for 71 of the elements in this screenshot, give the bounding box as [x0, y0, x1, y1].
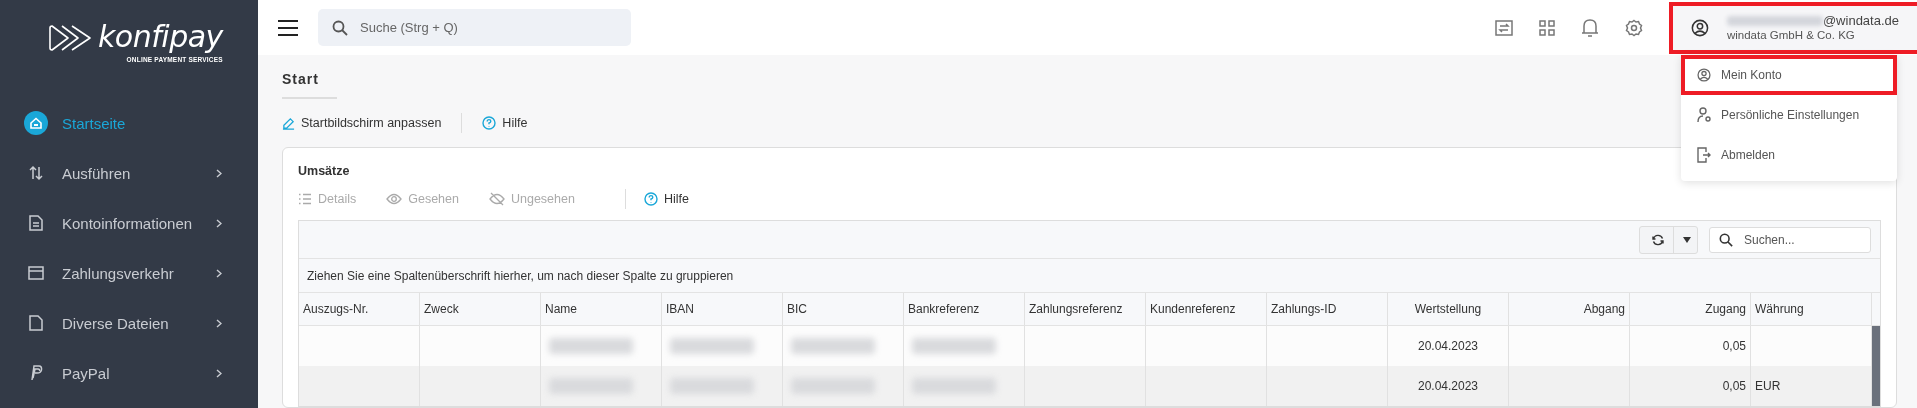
table-cell: EUR: [1755, 379, 1781, 393]
chevron-icon: [216, 318, 222, 328]
toolbar-button[interactable]: Hilfe: [643, 192, 689, 206]
refresh-split-button[interactable]: [1639, 225, 1698, 254]
action-link[interactable]: Startbildschirm anpassen: [282, 116, 442, 130]
column-header[interactable]: IBAN: [662, 293, 783, 325]
menu-button[interactable]: [278, 19, 298, 36]
help-icon: [643, 192, 658, 206]
chevron-icon: [216, 168, 222, 178]
sidebar-item[interactable]: PayPal: [0, 348, 258, 398]
scrollbar-thumb[interactable]: [1872, 326, 1880, 366]
user-email: @windata.de: [1822, 13, 1899, 28]
scrollbar-thumb[interactable]: [1872, 366, 1880, 406]
column-header[interactable]: Name: [541, 293, 662, 325]
menu-item[interactable]: Persönliche Einstellungen: [1681, 95, 1897, 135]
help-icon: [482, 116, 497, 130]
refresh-icon: [1652, 233, 1664, 246]
payment-icon: [29, 365, 43, 381]
card-title: Umsätze: [298, 164, 351, 178]
user-settings-icon: [1697, 107, 1711, 123]
transfer-icon[interactable]: [1495, 19, 1513, 36]
logout-icon: [1697, 147, 1711, 163]
table-cell: 0,05: [1722, 339, 1746, 353]
logo-icon: [48, 22, 94, 54]
table-cell: 20.04.2023: [1417, 379, 1479, 393]
dropdown-caret-icon: [1683, 236, 1691, 243]
search-icon: [1719, 232, 1733, 247]
table-cell: 20.04.2023: [1417, 339, 1479, 353]
logo-wordmark: konfipay: [98, 20, 223, 54]
chevron-icon: [216, 268, 222, 278]
company-name: windata GmbH & Co. KG: [1726, 27, 1856, 42]
column-header[interactable]: Zugang: [1630, 293, 1751, 325]
file-icon: [29, 315, 43, 331]
card-icon: [28, 266, 44, 280]
eye-crossed-icon: [488, 192, 505, 206]
home-icon: [24, 111, 48, 135]
sidebar-item[interactable]: Zahlungsverkehr: [0, 248, 258, 298]
menu-item[interactable]: Abmelden: [1681, 135, 1897, 175]
sidebar-item[interactable]: Kontoinformationen: [0, 198, 258, 248]
column-header[interactable]: Wertstellung: [1388, 293, 1509, 325]
chevron-icon: [216, 368, 222, 378]
bell-icon[interactable]: [1581, 17, 1599, 38]
column-header[interactable]: Zahlungs-ID: [1267, 293, 1388, 325]
user-icon: [1697, 68, 1711, 82]
search-icon: [332, 20, 348, 36]
user-icon: [1691, 17, 1709, 38]
column-header[interactable]: Abgang: [1509, 293, 1630, 325]
column-header[interactable]: Zweck: [420, 293, 541, 325]
column-header[interactable]: Bankreferenz: [904, 293, 1025, 325]
menu-item[interactable]: Mein Konto: [1681, 55, 1897, 95]
action-link[interactable]: Hilfe: [482, 116, 528, 130]
column-header[interactable]: Auszugs-Nr.: [299, 293, 420, 325]
column-header[interactable]: BIC: [783, 293, 904, 325]
pencil-icon: [282, 116, 295, 130]
settings-icon[interactable]: [1625, 18, 1643, 37]
list-icon: [298, 193, 312, 205]
sort-arrows-icon: [28, 165, 44, 181]
document-icon: [29, 215, 43, 231]
eye-icon: [386, 193, 403, 205]
column-header[interactable]: Zahlungsreferenz: [1025, 293, 1146, 325]
table-cell: 0,05: [1722, 379, 1746, 393]
chevron-icon: [216, 218, 222, 228]
grid-search-field[interactable]: Suchen...: [1709, 226, 1871, 253]
sidebar-item[interactable]: Startseite: [0, 98, 258, 148]
user-account-button[interactable]: @windata.de windata GmbH & Co. KG: [1669, 1, 1917, 54]
column-header[interactable]: Kundenreferenz: [1146, 293, 1267, 325]
sidebar-item[interactable]: Ausführen: [0, 148, 258, 198]
tab[interactable]: Start: [282, 71, 337, 99]
grid-icon[interactable]: [1539, 19, 1555, 36]
sidebar-item[interactable]: Diverse Dateien: [0, 298, 258, 348]
search-field[interactable]: Suche (Strg + Q): [318, 9, 631, 46]
